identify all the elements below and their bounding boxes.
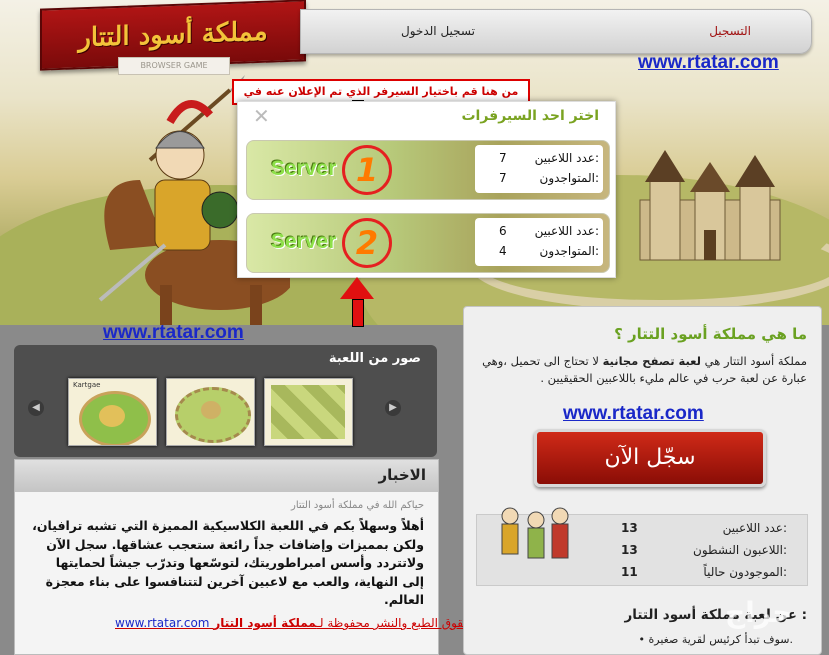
characters-illustration [501, 507, 569, 559]
players-label: عدد اللاعبين: [534, 224, 599, 238]
gallery-thumb[interactable] [264, 378, 353, 446]
stat-value: 11 [621, 565, 638, 579]
about-bullet-text: سوف تبدأ كرئيس لقرية صغيرة. [648, 633, 793, 646]
online-value: 7 [499, 171, 507, 185]
close-icon[interactable]: ✕ [253, 104, 270, 128]
about-text-part: مملكة أسود التتار هي [701, 354, 807, 368]
dialog-title: اختر احد السيرفرات [461, 108, 599, 124]
server-card-1[interactable]: Server 1 عدد اللاعبين: 7 المتواجدون: 7 [246, 140, 610, 200]
stat-label: عدد اللاعبين: [722, 521, 787, 535]
register-now-button[interactable]: سجّل الآن [534, 429, 766, 487]
arrow-up-icon [340, 277, 374, 327]
nav-login-link[interactable]: تسجيل الدخول [401, 24, 475, 38]
watermark-url-top: www.rtatar.com [638, 52, 779, 73]
watermark-url-left: www.rtatar.com [103, 322, 244, 343]
server-number: 1 [342, 145, 392, 195]
online-label: المتواجدون: [539, 171, 599, 185]
corner-watermark: حراج [725, 596, 793, 629]
news-body: أهلاً وسهلاً بكم في اللعبة الكلاسيكية ال… [32, 518, 424, 607]
browser-game-tag: BROWSER GAME [118, 57, 230, 75]
server-number: 2 [342, 218, 392, 268]
online-value: 4 [499, 244, 507, 258]
nav-register-link[interactable]: التسجيل [709, 24, 751, 38]
server-select-dialog: ✕ اختر احد السيرفرات Server 1 عدد اللاعب… [237, 101, 616, 278]
players-value: 7 [499, 151, 507, 165]
players-label: عدد اللاعبين: [534, 151, 599, 165]
copyright-name: مملكة أسود التتار [213, 616, 317, 630]
about-title: ما هي مملكة أسود التتار ؟ [614, 325, 807, 343]
stat-label: اللاعبون النشطون: [693, 543, 787, 557]
about-bullet: • سوف تبدأ كرئيس لقرية صغيرة. [638, 633, 793, 646]
players-value: 6 [499, 224, 507, 238]
server-name: Server [271, 157, 337, 180]
stat-value: 13 [621, 543, 638, 557]
about-text: مملكة أسود التتار هي لعبة تصفح مجانية لا… [477, 353, 807, 387]
copyright-link[interactable]: www.rtatar.com [115, 616, 209, 630]
news-subtitle: حياكم الله في مملكة أسود التتار [290, 500, 424, 511]
server-card-2[interactable]: Server 2 عدد اللاعبين: 6 المتواجدون: 4 [246, 213, 610, 273]
gallery-prev-icon[interactable]: ◀ [28, 400, 44, 416]
news-title: الاخبار [378, 466, 426, 484]
about-text-bold: لعبة تصفح مجانية [602, 354, 701, 368]
server-stats: عدد اللاعبين: 6 المتواجدون: 4 [475, 218, 603, 266]
gallery-thumb[interactable] [166, 378, 255, 446]
server-stats: عدد اللاعبين: 7 المتواجدون: 7 [475, 145, 603, 193]
watermark-url-right: www.rtatar.com [563, 403, 704, 424]
stat-label: الموجودون حالياً: [703, 565, 787, 579]
news-header: الاخبار [15, 460, 438, 492]
gallery-thumb[interactable]: Kartgae [68, 378, 157, 446]
gallery-next-icon[interactable]: ▶ [385, 400, 401, 416]
gallery-title: صور من اللعبة [328, 351, 421, 366]
thumb-caption: Kartgae [73, 381, 101, 389]
top-nav: تسجيل الدخول التسجيل [300, 9, 812, 54]
stat-value: 13 [621, 521, 638, 535]
screenshots-gallery: صور من اللعبة ◀ Kartgae ▶ [14, 345, 437, 457]
server-name: Server [271, 230, 337, 253]
online-label: المتواجدون: [539, 244, 599, 258]
castle-illustration [639, 150, 781, 261]
copyright-line: www.rtatar.com جميع حقوق الطبع والنشر مح… [115, 616, 499, 630]
